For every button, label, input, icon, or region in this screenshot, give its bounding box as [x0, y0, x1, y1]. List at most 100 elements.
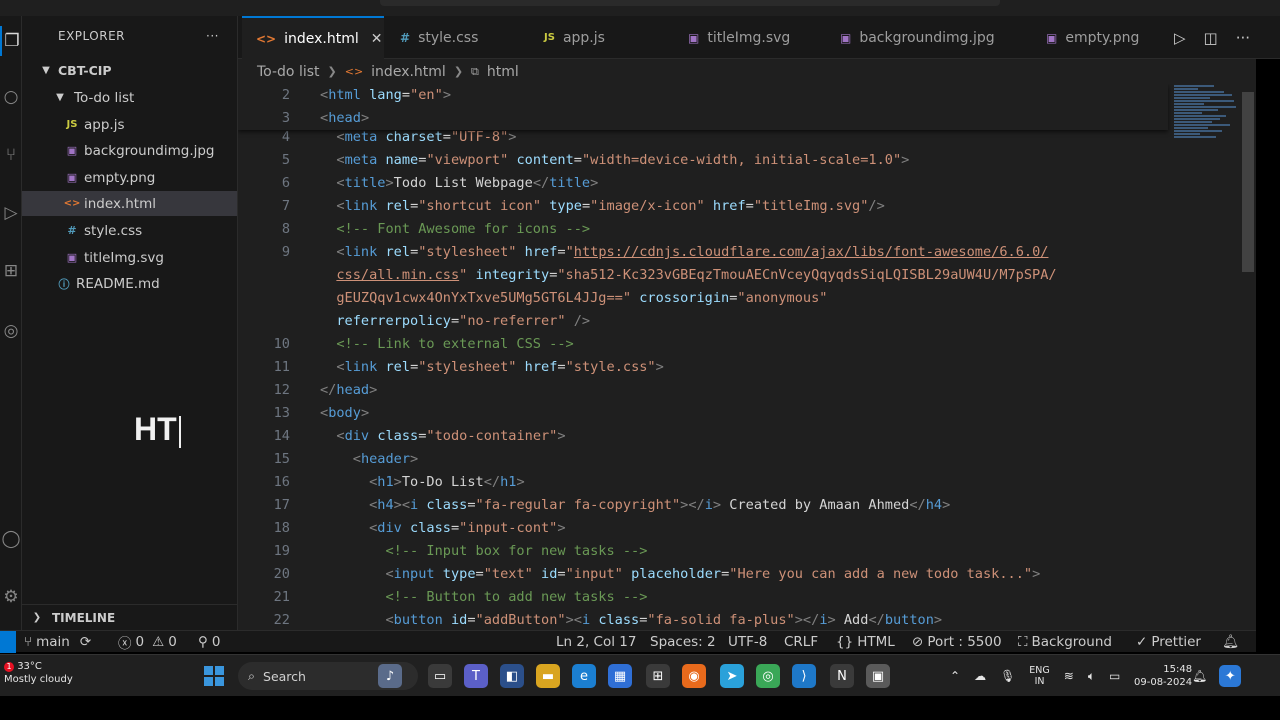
file-app-js[interactable]: JS app.js [22, 112, 237, 137]
file-readme[interactable]: ⓘ README.md [22, 271, 237, 296]
scrollbar-thumb[interactable] [1242, 92, 1254, 272]
file-titleimg-svg[interactable]: ▣ titleImg.svg [22, 245, 237, 270]
breadcrumb-symbol[interactable]: html [487, 64, 519, 80]
branch-indicator[interactable]: ⑂ main ⟳ [24, 631, 91, 653]
extensions-icon[interactable]: ⊞ [0, 256, 22, 286]
vscode-icon[interactable]: ⟩ [792, 664, 816, 688]
attr: referrerpolicy [336, 313, 451, 329]
bell-icon[interactable]: 🔔︎ [1222, 631, 1239, 653]
temperature: 33°C [17, 661, 42, 672]
more-actions-icon[interactable]: ··· [1236, 29, 1250, 47]
firefox-icon[interactable]: ◉ [682, 664, 706, 688]
comment: <!-- Input box for new tasks --> [385, 543, 648, 559]
comment: <!-- Button to add new tasks --> [385, 589, 648, 605]
run-debug-icon[interactable]: ▷ [0, 198, 22, 228]
lang-code: ENG [1029, 665, 1050, 676]
file-backgroundimg[interactable]: ▣ backgroundimg.jpg [22, 138, 237, 163]
search-icon[interactable]: ○ [0, 82, 22, 112]
minimap[interactable] [1174, 84, 1240, 154]
line-number: 15 [273, 451, 290, 467]
edge-icon[interactable]: e [572, 664, 596, 688]
braces-icon: {} [836, 634, 854, 650]
encoding[interactable]: UTF-8 [728, 631, 767, 653]
microsoft-store-icon[interactable]: ⊞ [646, 664, 670, 688]
tab-label: app.js [562, 29, 605, 46]
source-control-icon[interactable]: ⑂ [0, 140, 22, 170]
account-icon[interactable]: ◯ [0, 524, 22, 554]
battery-icon[interactable]: ▭ [1109, 669, 1120, 683]
chevron-right-icon: ❯ [32, 612, 42, 623]
prettier-status[interactable]: ✓ Prettier [1136, 631, 1201, 653]
command-center[interactable] [380, 0, 1000, 6]
file-empty-png[interactable]: ▣ empty.png [22, 165, 237, 190]
text-cursor [178, 415, 181, 448]
run-icon[interactable]: ▷ [1174, 29, 1186, 47]
problems-indicator[interactable]: ⓧ 0 ⚠ 0 [118, 631, 177, 653]
teams-icon[interactable]: T [464, 664, 488, 688]
breadcrumb-folder[interactable]: To-do list [257, 64, 320, 80]
error-icon: ⓧ [118, 636, 132, 652]
file-style-css[interactable]: # style.css [22, 218, 237, 243]
file-explorer-icon[interactable]: ▬ [536, 664, 560, 688]
code-line: 20 <input type="text" id="input" placeho… [238, 563, 1168, 586]
overlay-typing-text: HT [134, 411, 181, 448]
timeline-section[interactable]: ❯ TIMELINE [22, 604, 237, 630]
url-link[interactable]: https://cdnjs.cloudflare.com/ajax/libs/f… [574, 244, 1049, 260]
live-server-port[interactable]: ⊘ Port : 5500 [912, 631, 1002, 653]
file-index-html[interactable]: <> index.html [22, 191, 237, 216]
weather-widget[interactable]: 1 33°C Mostly cloudy [4, 660, 73, 686]
onedrive-icon[interactable]: ☁ [974, 669, 986, 683]
copilot-icon[interactable]: ✦ [1219, 665, 1242, 687]
notification-bell-icon[interactable]: 🔔︎ [1192, 669, 1207, 683]
widget-icon[interactable]: ♪ [378, 664, 402, 688]
app-icon[interactable]: ▦ [608, 664, 632, 688]
volume-icon[interactable]: 🔈︎ [1088, 669, 1095, 684]
chrome-icon[interactable]: ◎ [756, 664, 780, 688]
chevron-up-icon[interactable]: ⌃ [950, 669, 960, 683]
code-line: referrerpolicy="no-referrer" /> [336, 313, 591, 329]
tab-app-js[interactable]: JS app.js [530, 16, 619, 59]
cursor-position[interactable]: Ln 2, Col 17 [556, 631, 636, 653]
breadcrumb-file[interactable]: index.html [371, 64, 446, 80]
folder-todo-list[interactable]: ▼ To-do list [22, 85, 237, 110]
line-ending[interactable]: CRLF [784, 631, 818, 653]
indentation[interactable]: Spaces: 2 [650, 631, 716, 653]
code-line: 18 <div class="input-cont"> [238, 517, 1168, 540]
value: "fa-regular fa-copyright" [475, 497, 681, 513]
store-icon[interactable]: ◧ [500, 664, 524, 688]
line-number: 10 [273, 336, 290, 352]
code-editor[interactable]: 2 <html lang="en"> 3 <head> 4 <meta charse… [238, 84, 1256, 630]
background-status[interactable]: ⛶ Background [1018, 631, 1112, 653]
windows-start-icon[interactable] [204, 666, 224, 686]
workspace-label: CBT-CIP [58, 63, 112, 78]
telegram-icon[interactable]: ➤ [720, 664, 744, 688]
url-link[interactable]: css/all.min.css [336, 267, 459, 283]
wifi-icon[interactable]: ≋ [1064, 669, 1074, 683]
tab-empty-png[interactable]: ▣ empty.png [1032, 16, 1153, 59]
line-number: 7 [281, 198, 290, 214]
split-editor-icon[interactable]: ◫ [1204, 29, 1218, 47]
minimap-line [1174, 124, 1230, 126]
notion-icon[interactable]: N [830, 664, 854, 688]
tab-style-css[interactable]: # style.css [386, 16, 492, 59]
file-label: README.md [76, 275, 160, 292]
language-mode[interactable]: {} HTML [836, 631, 895, 653]
ports-indicator[interactable]: ⚲ 0 [198, 631, 220, 653]
language-indicator[interactable]: ENG IN [1029, 665, 1049, 687]
clock[interactable]: 15:48 09-08-2024 [1134, 655, 1192, 697]
close-icon[interactable]: ✕ [371, 31, 383, 47]
gear-icon[interactable]: ⚙ [0, 582, 22, 612]
editor-scrollbar[interactable] [1240, 84, 1256, 630]
task-view-icon[interactable]: ▭ [428, 664, 452, 688]
tab-titleimg-svg[interactable]: ▣ titleImg.svg [674, 16, 804, 59]
tab-backgroundimg[interactable]: ▣ backgroundimg.jpg [826, 16, 1009, 59]
workspace-folder[interactable]: ▼ CBT-CIP [22, 58, 237, 83]
remote-explorer-icon[interactable]: ◎ [0, 316, 22, 346]
microphone-icon[interactable]: 🎙︎ [1000, 669, 1015, 683]
value: "UTF-8" [450, 129, 509, 145]
recorder-icon[interactable]: ▣ [866, 664, 890, 688]
tab-index-html[interactable]: <> index.html ✕ [242, 16, 384, 59]
remote-indicator[interactable] [0, 631, 16, 653]
more-actions-icon[interactable]: ··· [206, 29, 219, 43]
explorer-icon[interactable]: ❐ [0, 26, 22, 56]
